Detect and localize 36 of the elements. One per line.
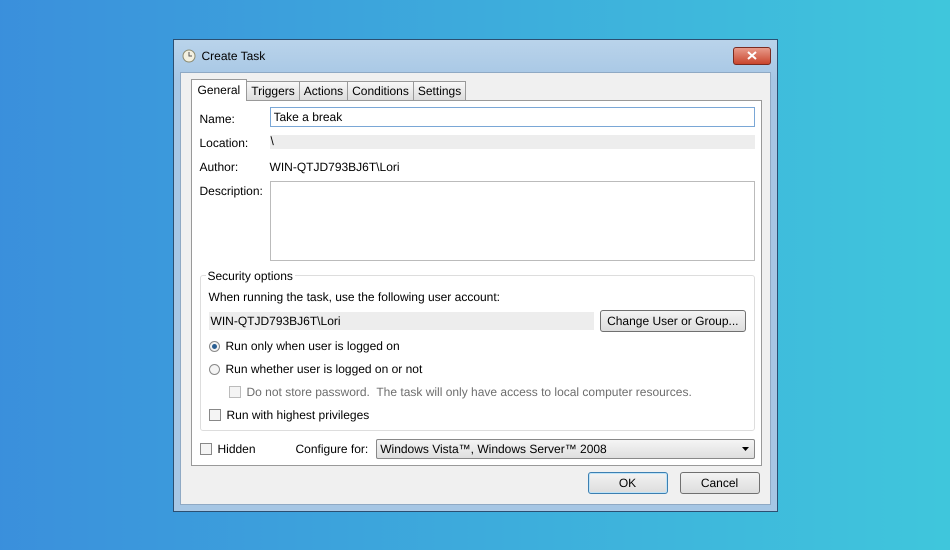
- checkbox[interactable]: [200, 442, 212, 454]
- field-label: Configure for:: [296, 442, 368, 456]
- description-field[interactable]: [270, 180, 754, 260]
- configure-dropdown[interactable]: Windows Vista™, Windows Server™ 2008: [376, 438, 754, 458]
- account-value: WIN-QTJD793BJ6T\Lori: [208, 312, 594, 330]
- radio-button[interactable]: [208, 340, 220, 352]
- option-label: Do not store password. The task will only have access to local computer resources.: [246, 385, 692, 399]
- close-icon: [746, 51, 756, 60]
- field-label: Name:: [200, 110, 236, 126]
- dialog-button[interactable]: Cancel: [680, 472, 760, 494]
- checkbox[interactable]: [208, 409, 220, 421]
- radio-button[interactable]: [208, 364, 220, 374]
- field-label: Description:: [200, 182, 264, 198]
- caret-icon: [742, 446, 748, 450]
- group-title: Security options: [206, 268, 295, 282]
- option-label: Run only when user is logged on: [226, 339, 400, 353]
- option-label: Run whether user is logged on or not: [226, 362, 422, 376]
- tab[interactable]: Settings: [412, 80, 466, 100]
- tab[interactable]: Actions: [298, 80, 348, 100]
- close-button[interactable]: [732, 46, 770, 64]
- field-label: Location:: [200, 134, 250, 150]
- dropdown-value: Windows Vista™, Windows Server™ 2008: [380, 442, 607, 456]
- account-prompt: When running the task, use the following user account:: [208, 290, 502, 304]
- author-value: WIN-QTJD793BJ6T\Lori: [270, 158, 400, 174]
- window-title: Create Task: [202, 48, 266, 62]
- tab[interactable]: General: [190, 78, 248, 100]
- location-value: \: [270, 134, 754, 148]
- name-field[interactable]: Take a break: [270, 106, 754, 126]
- tab[interactable]: Conditions: [347, 80, 414, 100]
- option-label: Run with highest privileges: [226, 408, 370, 422]
- field-label: Author:: [200, 158, 240, 174]
- dialog-button[interactable]: OK: [588, 472, 668, 494]
- change-user-button[interactable]: Change User or Group...: [600, 310, 746, 332]
- option-label: Hidden: [218, 442, 256, 456]
- tab[interactable]: Triggers: [246, 80, 300, 100]
- clock-icon: [182, 48, 196, 62]
